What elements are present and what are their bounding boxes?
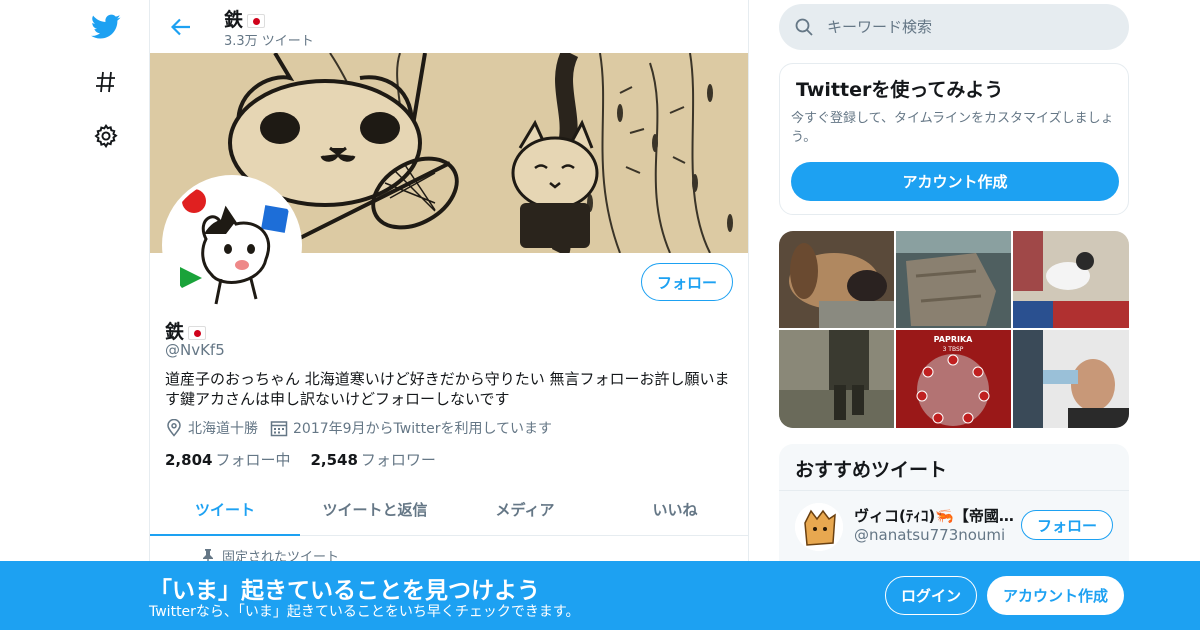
media-thumbnail-dog[interactable] xyxy=(779,231,894,328)
page: 鉄 3.3万 ツイート フォロー 鉄 @NvKf5 道産子のおっちゃん 北海道寒… xyxy=(0,0,1200,630)
search-icon xyxy=(795,18,813,36)
profile-bio: 道産子のおっちゃん 北海道寒いけど好きだから守りたい 無言フォローお許し願います… xyxy=(165,370,730,408)
media-thumbnail-dog-on-mat[interactable] xyxy=(1013,231,1129,328)
profile-location: 北海道十勝 xyxy=(165,418,258,438)
follow-button[interactable]: フォロー xyxy=(641,263,733,301)
media-thumbnail-stone[interactable] xyxy=(896,231,1011,328)
profile-handle: @NvKf5 xyxy=(165,341,225,359)
media-overlay-text: PAPRIKA xyxy=(934,335,974,344)
header-tweet-count: 3.3万 ツイート xyxy=(224,34,314,49)
person-walking-photo xyxy=(779,330,894,428)
profile-tabs: ツイート ツイートと返信 メディア いいね xyxy=(150,484,748,536)
signup-card: Twitterを使ってみよう 今すぐ登録して、タイムラインをカスタマイズしましょ… xyxy=(779,63,1129,215)
dog-on-mat-photo xyxy=(1013,231,1129,328)
right-sidebar: Twitterを使ってみよう 今すぐ登録して、タイムラインをカスタマイズしましょ… xyxy=(779,0,1129,630)
location-pin-icon xyxy=(167,419,181,437)
followers-stat[interactable]: 2,548 フォロワー xyxy=(310,449,435,470)
recommended-user-name: ヴィコ(ﾃｨｺ)🦐【帝國海軍】 xyxy=(854,507,1014,525)
profile-column: 鉄 3.3万 ツイート フォロー 鉄 @NvKf5 道産子のおっちゃん 北海道寒… xyxy=(149,0,749,630)
profile-stats: 2,804 フォロー中 2,548 フォロワー xyxy=(165,449,456,470)
dog-photo xyxy=(779,231,894,328)
media-thumbnail-person[interactable] xyxy=(779,330,894,428)
login-button[interactable]: ログイン xyxy=(885,576,977,615)
japan-flag-icon xyxy=(188,325,207,340)
back-button[interactable] xyxy=(164,10,198,44)
media-grid: PAPRIKA 3 TBSP xyxy=(779,231,1129,428)
japan-flag-icon xyxy=(247,13,266,28)
recommended-title: おすすめツイート xyxy=(795,459,948,481)
search-box[interactable] xyxy=(779,4,1129,50)
twitter-home-button[interactable] xyxy=(84,5,128,49)
media-thumbnail-paprika[interactable]: PAPRIKA 3 TBSP xyxy=(896,330,1011,428)
gear-icon xyxy=(94,123,118,149)
tab-tweets[interactable]: ツイート xyxy=(150,484,300,536)
signup-card-title: Twitterを使ってみよう xyxy=(796,79,1004,101)
hashtag-icon xyxy=(96,71,115,93)
bottom-bar-subtitle: Twitterなら、「いま」起きていることをいち早くチェックできます。 xyxy=(149,604,580,620)
tab-likes[interactable]: いいね xyxy=(600,484,748,535)
recommended-user-avatar[interactable] xyxy=(795,503,843,551)
tab-media[interactable]: メディア xyxy=(450,484,600,535)
media-overlay-subtext: 3 TBSP xyxy=(943,346,964,353)
header-title: 鉄 xyxy=(224,5,266,32)
calendar-icon xyxy=(270,421,288,437)
signup-card-description: 今すぐ登録して、タイムラインをカスタマイズしましょう。 xyxy=(791,111,1114,145)
recommended-user-row[interactable]: ヴィコ(ﾃｨｺ)🦐【帝國海軍】 @nanatsu773noumi フォロー xyxy=(779,490,1129,560)
barber-photo xyxy=(1013,330,1129,428)
settings-button[interactable] xyxy=(84,114,128,158)
explore-button[interactable] xyxy=(84,60,128,104)
avatar-image xyxy=(795,503,843,551)
profile-avatar[interactable] xyxy=(162,175,302,315)
profile-name: 鉄 xyxy=(165,317,207,344)
back-arrow-icon xyxy=(171,18,190,36)
bottom-create-account-button[interactable]: アカウント作成 xyxy=(987,576,1124,615)
recommended-follow-button[interactable]: フォロー xyxy=(1021,510,1113,540)
signup-bottom-bar: 「いま」起きていることを見つけよう Twitterなら、「いま」起きていることを… xyxy=(0,561,1200,630)
stone-photo xyxy=(896,231,1011,328)
tab-tweets-replies[interactable]: ツイートと返信 xyxy=(300,484,450,535)
recommended-user-handle: @nanatsu773noumi xyxy=(854,526,1006,544)
following-stat[interactable]: 2,804 フォロー中 xyxy=(165,449,290,470)
bottom-bar-title: 「いま」起きていることを見つけよう xyxy=(149,578,540,604)
profile-meta: 北海道十勝 2017年9月からTwitterを利用しています xyxy=(165,418,564,438)
create-account-button[interactable]: アカウント作成 xyxy=(791,162,1119,201)
search-input[interactable] xyxy=(827,18,1107,36)
left-nav xyxy=(78,0,134,630)
profile-header: 鉄 3.3万 ツイート xyxy=(150,0,748,53)
paprika-plate-photo: PAPRIKA 3 TBSP xyxy=(896,330,1011,428)
profile-joined: 2017年9月からTwitterを利用しています xyxy=(270,418,552,438)
twitter-bird-icon xyxy=(91,14,121,39)
avatar-image xyxy=(166,179,298,311)
media-thumbnail-barber[interactable] xyxy=(1013,330,1129,428)
